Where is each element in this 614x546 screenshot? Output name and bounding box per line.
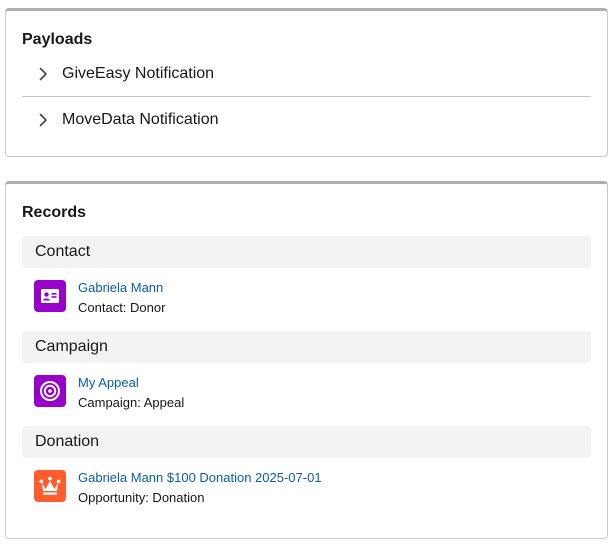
record-type-campaign: Campaign: Appeal (78, 395, 185, 410)
record-link-donation[interactable]: Gabriela Mann $100 Donation 2025-07-01 (78, 470, 322, 485)
record-donation: Gabriela Mann $100 Donation 2025-07-01 O… (34, 468, 574, 508)
payload-item-movedata-notification[interactable]: MoveData Notification (22, 98, 591, 142)
records-title: Records (22, 204, 87, 221)
payload-item-giveeasy-notification[interactable]: GiveEasy Notification (22, 52, 591, 96)
payload-divider (22, 96, 591, 97)
record-link-campaign[interactable]: My Appeal (78, 375, 139, 390)
opportunity-crown-icon (34, 470, 66, 502)
payload-item-label: MoveData Notification (62, 111, 219, 128)
contact-card-icon (34, 280, 66, 312)
record-type-donation: Opportunity: Donation (78, 490, 205, 505)
chevron-right-icon (32, 109, 54, 131)
record-link-contact[interactable]: Gabriela Mann (78, 280, 163, 295)
section-header-donation: Donation (22, 426, 591, 458)
record-campaign: My Appeal Campaign: Appeal (34, 373, 574, 413)
campaign-target-icon (34, 375, 66, 407)
record-contact: Gabriela Mann Contact: Donor (34, 278, 574, 318)
chevron-right-icon (32, 63, 54, 85)
payloads-card: Payloads GiveEasy Notification MoveData … (5, 8, 608, 157)
section-header-campaign: Campaign (22, 331, 591, 363)
payload-item-label: GiveEasy Notification (62, 65, 215, 82)
payloads-title: Payloads (22, 31, 93, 48)
records-card: Records Contact Gabriela Mann Contact: D… (5, 181, 608, 539)
record-type-contact: Contact: Donor (78, 300, 166, 315)
section-header-contact: Contact (22, 236, 591, 268)
